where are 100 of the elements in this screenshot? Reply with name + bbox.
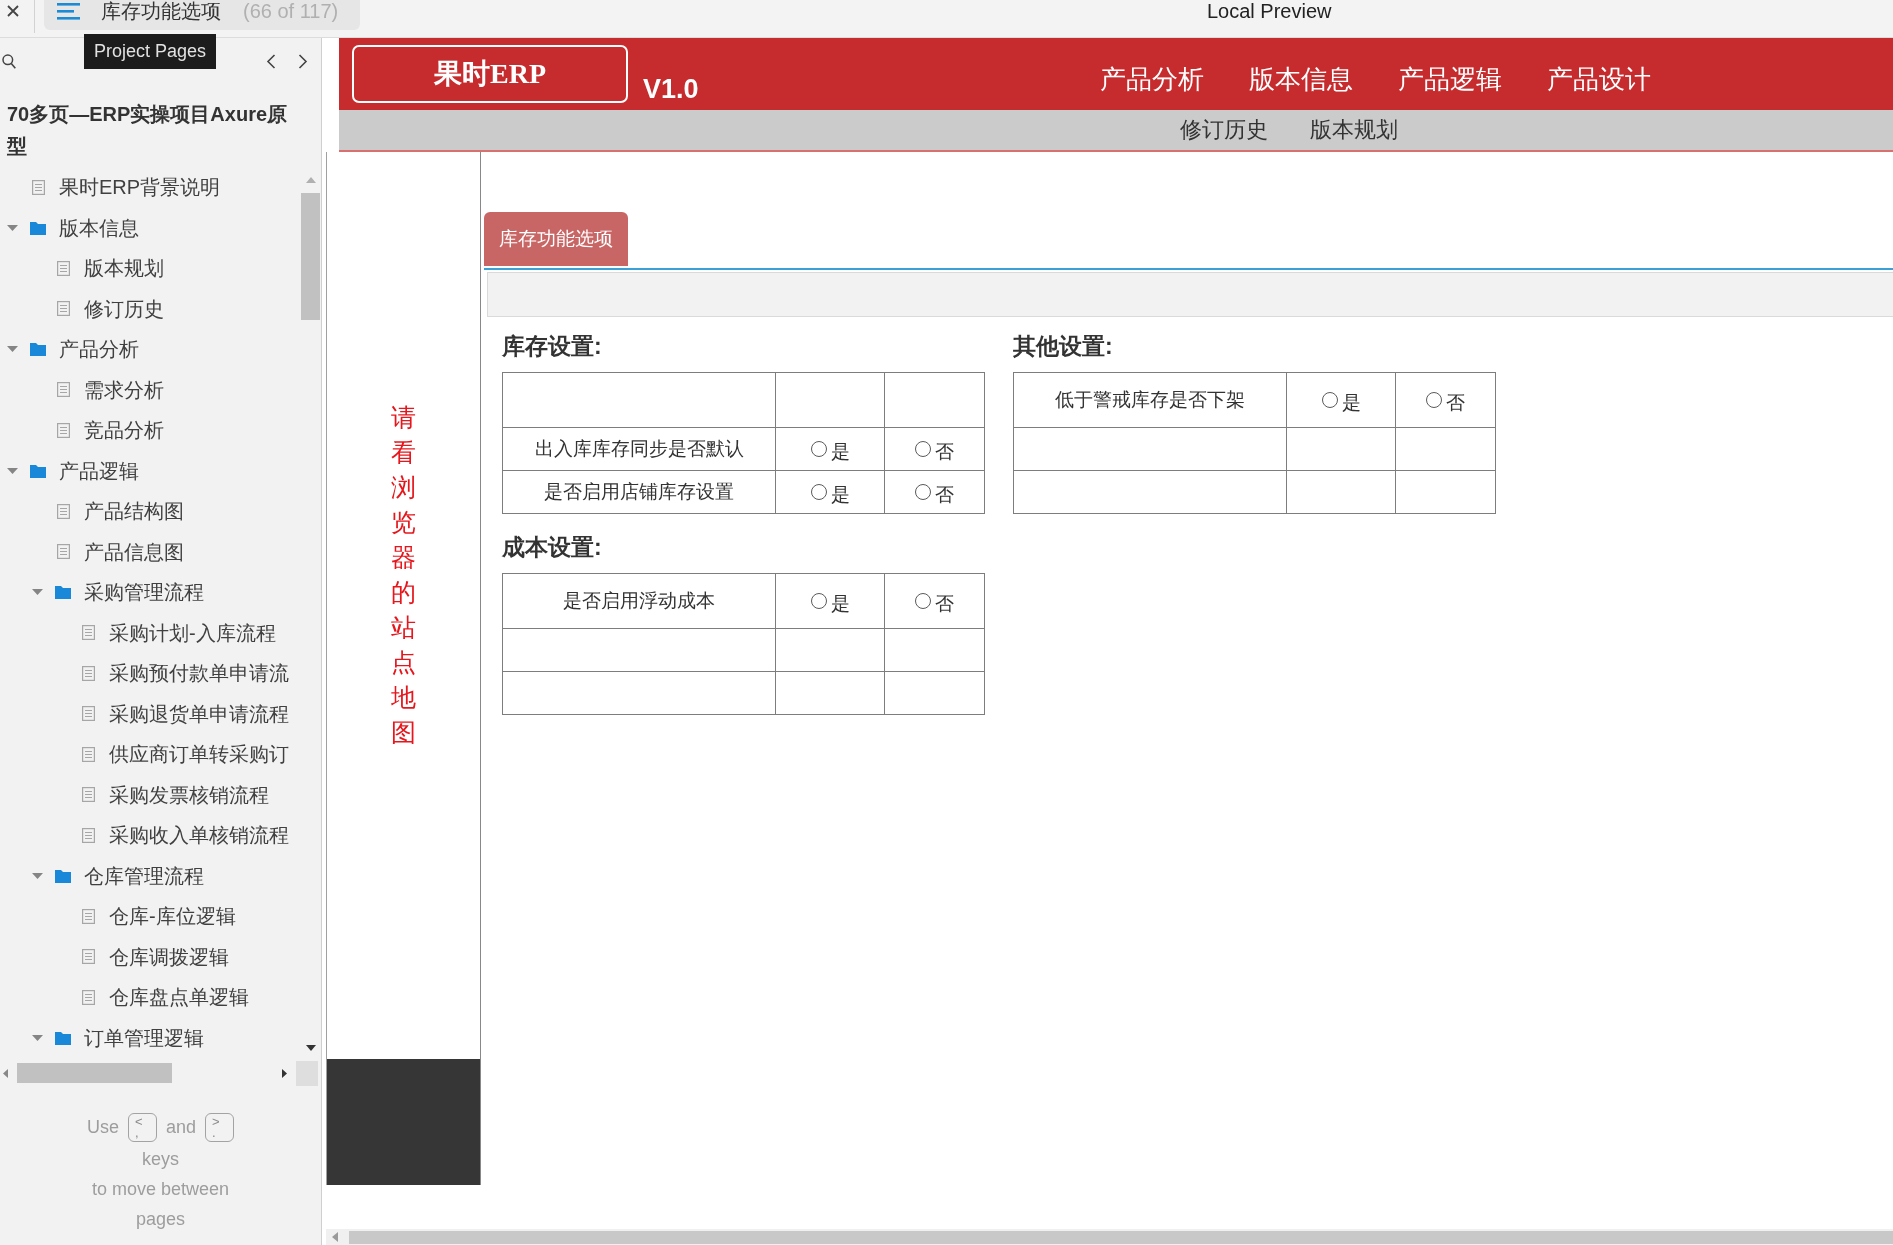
page-icon (31, 179, 45, 195)
page-icon (56, 422, 70, 438)
window-title: Local Preview (1207, 0, 1332, 22)
tree-item[interactable]: 采购退货单申请流程 (0, 693, 300, 734)
table-cell: 是否启用店铺库存设置 (502, 470, 776, 514)
nav-link[interactable]: 产品分析 (1100, 64, 1204, 94)
radio-button[interactable] (810, 441, 827, 457)
tree-item[interactable]: 仓库调拨逻辑 (0, 936, 300, 977)
key-cap: < , (128, 1112, 157, 1142)
tree-item[interactable]: 订单管理逻辑 (0, 1017, 300, 1058)
folder-icon (55, 585, 71, 600)
page-icon (81, 949, 95, 965)
scrollbar-thumb[interactable] (17, 1063, 172, 1083)
caret-down-icon[interactable] (7, 224, 18, 231)
page-icon (81, 665, 95, 681)
nav-link[interactable]: 产品设计 (1547, 64, 1651, 94)
tree-item[interactable]: 采购管理流程 (0, 572, 300, 613)
tree-item[interactable]: 采购发票核销流程 (0, 774, 300, 815)
radio-label: 是 (830, 483, 850, 506)
caret-down-icon[interactable] (32, 1034, 43, 1041)
radio-label: 否 (935, 592, 954, 615)
tooltip: Project Pages (84, 34, 217, 69)
page-icon (56, 382, 70, 398)
folder-icon (55, 1030, 71, 1045)
section-title: 库存设置: (502, 332, 603, 361)
caret-down-icon[interactable] (32, 589, 43, 596)
caret-down-icon[interactable] (7, 346, 18, 353)
folder-icon (30, 220, 46, 235)
page-icon (81, 706, 95, 722)
tree-item[interactable]: 采购预付款单申请流 (0, 653, 300, 694)
scroll-left-icon[interactable] (3, 1068, 8, 1078)
subnav-link[interactable]: 版本规划 (1310, 117, 1398, 143)
chevron-left-icon[interactable] (266, 53, 276, 69)
menu-icon (57, 3, 80, 20)
page-icon (81, 908, 95, 924)
subnav-link[interactable]: 修订历史 (1180, 117, 1268, 143)
table-cell: 出入库库存同步是否默认 (502, 427, 776, 471)
hint-text: and (166, 1116, 197, 1139)
close-icon[interactable] (7, 5, 19, 17)
radio-label: 否 (935, 483, 954, 506)
page-icon (56, 544, 70, 560)
tree-item[interactable]: 果时ERP背景说明 (0, 167, 300, 208)
tree-item[interactable]: 仓库管理流程 (0, 855, 300, 896)
nav-link[interactable]: 产品逻辑 (1398, 64, 1502, 94)
tree-item[interactable]: 修订历史 (0, 288, 300, 329)
scrollbar-thumb[interactable] (301, 193, 320, 320)
key-cap: > . (205, 1112, 235, 1142)
tree-item[interactable]: 仓库盘点单逻辑 (0, 977, 300, 1018)
sitemap-note: 请看浏览器的站点地图 (391, 402, 416, 748)
tree-item[interactable]: 竞品分析 (0, 410, 300, 451)
nav-link[interactable]: 版本信息 (1249, 64, 1353, 94)
table-cell: 是否启用浮动成本 (502, 573, 776, 629)
caret-down-icon[interactable] (7, 467, 18, 474)
page-icon (81, 746, 95, 762)
scroll-right-icon[interactable] (282, 1068, 287, 1078)
version-label: V1.0 (643, 76, 699, 103)
project-title: 70多页—ERP实操项目Axure原型 (7, 102, 289, 159)
radio-label: 是 (830, 592, 850, 615)
radio-label: 否 (1446, 391, 1465, 414)
section-title: 成本设置: (502, 533, 603, 562)
tree-item[interactable]: 供应商订单转采购订 (0, 734, 300, 775)
search-icon[interactable] (2, 53, 16, 69)
hint-text: keys (142, 1149, 179, 1169)
radio-button[interactable] (1321, 392, 1338, 408)
tree-item[interactable]: 仓库-库位逻辑 (0, 896, 300, 937)
page-icon (81, 827, 95, 843)
radio-button[interactable] (1426, 392, 1442, 408)
tree-item[interactable]: 采购计划-入库流程 (0, 612, 300, 653)
folder-icon (30, 463, 46, 478)
section-title: 其他设置: (1013, 332, 1114, 361)
hint-text: Use (86, 1116, 119, 1139)
tree-item[interactable]: 产品逻辑 (0, 450, 300, 491)
tree-item[interactable]: 采购收入单核销流程 (0, 815, 300, 856)
page-icon (81, 989, 95, 1005)
chevron-right-icon[interactable] (298, 53, 308, 69)
radio-button[interactable] (915, 441, 931, 457)
tree-item[interactable]: 产品分析 (0, 329, 300, 370)
page-icon (81, 625, 95, 641)
tree-item[interactable]: 产品信息图 (0, 531, 300, 572)
radio-button[interactable] (810, 484, 827, 500)
radio-button[interactable] (915, 484, 931, 500)
folder-icon (55, 868, 71, 883)
radio-button[interactable] (915, 593, 931, 609)
tree-item[interactable]: 产品结构图 (0, 491, 300, 532)
page-icon (56, 301, 70, 317)
page-icon (56, 260, 70, 276)
hint-text: pages (135, 1209, 185, 1229)
logo: 果时ERP (352, 45, 628, 103)
hint-text: to move between (91, 1179, 230, 1199)
radio-label: 是 (830, 440, 850, 463)
page-icon (81, 787, 95, 803)
scroll-down-icon[interactable] (305, 1045, 316, 1051)
radio-label: 否 (935, 440, 954, 463)
tab[interactable]: 库存功能选项 (484, 212, 628, 266)
tree-item[interactable]: 需求分析 (0, 369, 300, 410)
caret-down-icon[interactable] (32, 872, 43, 879)
tree-item[interactable]: 版本规划 (0, 248, 300, 289)
table-cell: 低于警戒库存是否下架 (1013, 372, 1287, 428)
tree-item[interactable]: 版本信息 (0, 207, 300, 248)
radio-button[interactable] (810, 593, 827, 609)
